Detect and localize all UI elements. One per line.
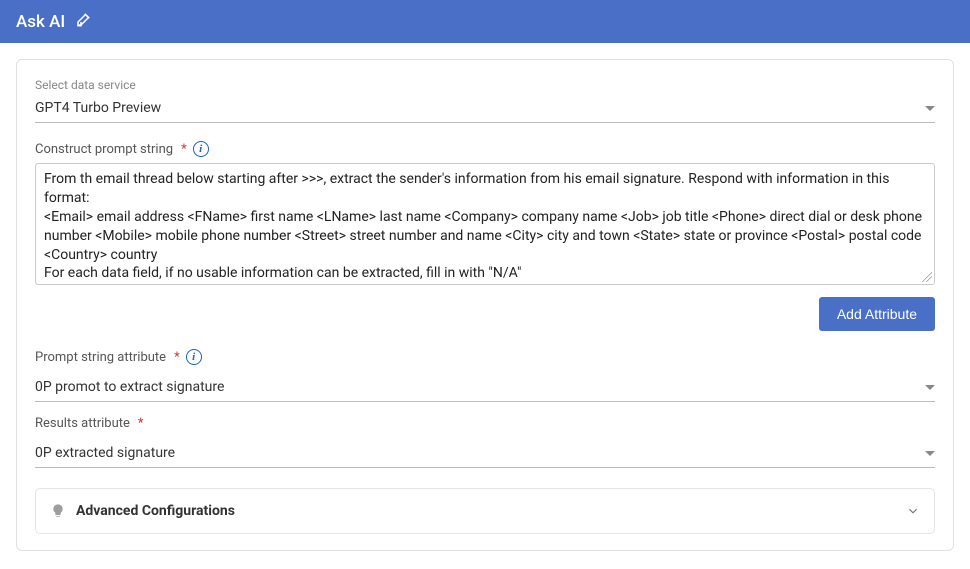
chevron-down-icon bbox=[925, 385, 935, 390]
advanced-configurations-panel[interactable]: Advanced Configurations bbox=[35, 488, 935, 534]
add-attribute-button[interactable]: Add Attribute bbox=[819, 297, 935, 331]
info-icon[interactable]: i bbox=[186, 349, 202, 365]
construct-prompt-textarea[interactable]: From th email thread below starting afte… bbox=[35, 163, 935, 285]
prompt-attr-select[interactable]: 0P promot to extract signature bbox=[35, 375, 935, 402]
data-service-value: GPT4 Turbo Preview bbox=[35, 100, 161, 116]
advanced-left: Advanced Configurations bbox=[50, 503, 235, 519]
results-attr-label: Results attribute * bbox=[35, 416, 935, 431]
construct-prompt-value: From th email thread below starting afte… bbox=[44, 170, 926, 285]
data-service-label: Select data service bbox=[35, 78, 935, 92]
lightbulb-icon bbox=[50, 503, 66, 519]
header-bar: Ask AI bbox=[0, 0, 970, 43]
required-marker: * bbox=[174, 350, 180, 365]
construct-prompt-label: Construct prompt string * i bbox=[35, 141, 935, 157]
data-service-select[interactable]: GPT4 Turbo Preview bbox=[35, 96, 935, 123]
construct-prompt-label-text: Construct prompt string bbox=[35, 142, 173, 157]
results-attr-value: 0P extracted signature bbox=[35, 445, 175, 461]
required-marker: * bbox=[181, 142, 187, 157]
prompt-attr-label: Prompt string attribute * i bbox=[35, 349, 935, 365]
info-icon[interactable]: i bbox=[193, 141, 209, 157]
button-row: Add Attribute bbox=[35, 297, 935, 331]
chevron-down-icon bbox=[925, 106, 935, 111]
data-service-label-text: Select data service bbox=[35, 78, 136, 92]
edit-icon[interactable] bbox=[75, 10, 93, 33]
results-attr-select[interactable]: 0P extracted signature bbox=[35, 441, 935, 468]
config-card: Select data service GPT4 Turbo Preview C… bbox=[16, 59, 954, 551]
advanced-title: Advanced Configurations bbox=[76, 503, 235, 519]
prompt-attr-value: 0P promot to extract signature bbox=[35, 379, 224, 395]
chevron-down-icon bbox=[925, 451, 935, 456]
resize-handle-icon[interactable] bbox=[922, 272, 932, 282]
prompt-attr-label-text: Prompt string attribute bbox=[35, 350, 166, 365]
results-attr-label-text: Results attribute bbox=[35, 416, 130, 431]
page-title: Ask AI bbox=[16, 12, 65, 32]
chevron-down-icon bbox=[906, 504, 920, 518]
required-marker: * bbox=[138, 416, 144, 431]
